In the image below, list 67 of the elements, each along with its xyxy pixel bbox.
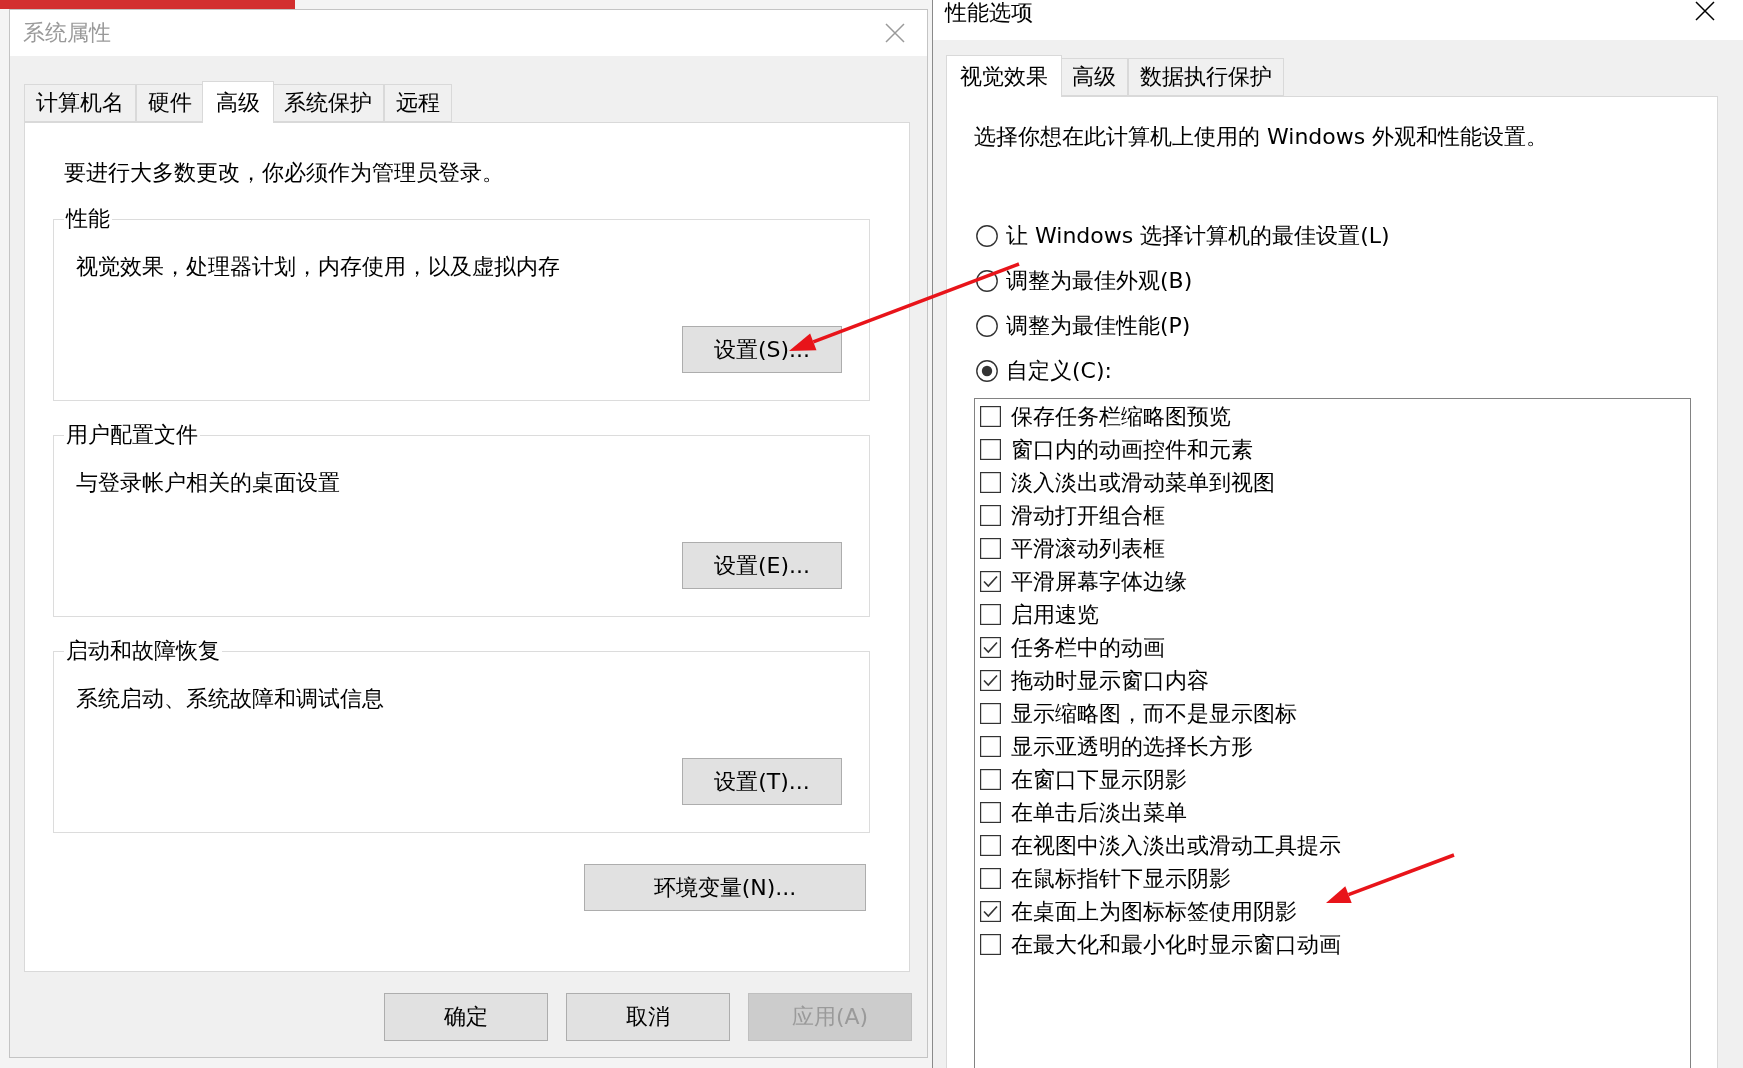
checkbox[interactable] (980, 835, 1001, 856)
window-title: 系统属性 (23, 20, 111, 46)
checkbox-label: 淡入淡出或滑动菜单到视图 (1011, 469, 1275, 496)
checkbox-label: 窗口内的动画控件和元素 (1011, 436, 1253, 463)
checkbox-label: 平滑屏幕字体边缘 (1011, 568, 1187, 595)
panel-description: 选择你想在此计算机上使用的 Windows 外观和性能设置。 (974, 124, 1549, 150)
window-title: 性能选项 (945, 0, 1033, 26)
checkbox[interactable] (980, 637, 1001, 658)
checkbox-label: 在桌面上为图标标签使用阴影 (1011, 898, 1297, 925)
cancel-button[interactable]: 取消 (566, 993, 730, 1041)
group-description: 系统启动、系统故障和调试信息 (76, 686, 384, 712)
group-description: 视觉效果，处理器计划，内存使用，以及虚拟内存 (76, 254, 560, 280)
radio-button[interactable] (976, 224, 998, 247)
checkbox-label: 在最大化和最小化时显示窗口动画 (1011, 931, 1341, 958)
checkbox-label: 任务栏中的动画 (1011, 634, 1165, 661)
checkbox-label: 滑动打开组合框 (1011, 502, 1165, 529)
close-icon[interactable] (1695, 1, 1715, 21)
checkbox-label: 平滑滚动列表框 (1011, 535, 1165, 562)
checkbox-label: 显示缩略图，而不是显示图标 (1011, 700, 1297, 727)
group-description: 与登录帐户相关的桌面设置 (76, 470, 340, 496)
checkbox[interactable] (980, 538, 1001, 559)
checkbox-label: 保存任务栏缩略图预览 (1011, 403, 1231, 430)
checkbox[interactable] (980, 505, 1001, 526)
radio-label: 调整为最佳外观(B) (1006, 267, 1193, 294)
checkbox[interactable] (980, 670, 1001, 691)
checkbox[interactable] (980, 802, 1001, 823)
checkbox[interactable] (980, 769, 1001, 790)
group-title: 性能 (64, 206, 111, 232)
checkbox[interactable] (980, 901, 1001, 922)
admin-notice: 要进行大多数更改，你必须作为管理员登录。 (64, 160, 504, 186)
checkbox[interactable] (980, 736, 1001, 757)
tab[interactable]: 系统保护 (272, 84, 384, 122)
checkbox[interactable] (980, 703, 1001, 724)
tab[interactable]: 远程 (384, 84, 452, 122)
settings-button[interactable]: 设置(E)... (682, 542, 842, 589)
checkbox[interactable] (980, 472, 1001, 493)
checkbox-label: 在窗口下显示阴影 (1011, 766, 1187, 793)
checkbox[interactable] (980, 406, 1001, 427)
tab[interactable]: 高级 (1060, 58, 1128, 96)
radio-label: 让 Windows 选择计算机的最佳设置(L) (1006, 222, 1390, 249)
group-title: 用户配置文件 (65, 422, 199, 448)
checkbox[interactable] (980, 439, 1001, 460)
checkbox[interactable] (980, 868, 1001, 889)
checkbox[interactable] (980, 571, 1001, 592)
tab[interactable]: 数据执行保护 (1128, 58, 1284, 96)
tab[interactable]: 计算机名 (24, 84, 136, 122)
checkbox-label: 在单击后淡出菜单 (1011, 799, 1187, 826)
ok-button[interactable]: 确定 (384, 993, 548, 1041)
checkbox[interactable] (980, 934, 1001, 955)
group-title: 启动和故障恢复 (65, 638, 221, 664)
radio-label: 调整为最佳性能(P) (1006, 312, 1191, 339)
radio-button[interactable] (976, 359, 998, 382)
radio-label: 自定义(C): (1006, 357, 1112, 384)
tab[interactable]: 硬件 (136, 84, 204, 122)
settings-button[interactable]: 设置(S)... (682, 326, 842, 373)
tab[interactable]: 视觉效果 (946, 55, 1062, 97)
checkbox-label: 启用速览 (1011, 601, 1099, 628)
tab[interactable]: 高级 (202, 81, 274, 123)
radio-button[interactable] (976, 269, 998, 292)
checkbox[interactable] (980, 604, 1001, 625)
environment-variables-button[interactable]: 环境变量(N)... (584, 864, 866, 911)
checkbox-label: 显示亚透明的选择长方形 (1011, 733, 1253, 760)
radio-button[interactable] (976, 314, 998, 337)
settings-button[interactable]: 设置(T)... (682, 758, 842, 805)
checkbox-label: 在鼠标指针下显示阴影 (1011, 865, 1231, 892)
checkbox-label: 在视图中淡入淡出或滑动工具提示 (1011, 832, 1341, 859)
checkbox-label: 拖动时显示窗口内容 (1011, 667, 1209, 694)
